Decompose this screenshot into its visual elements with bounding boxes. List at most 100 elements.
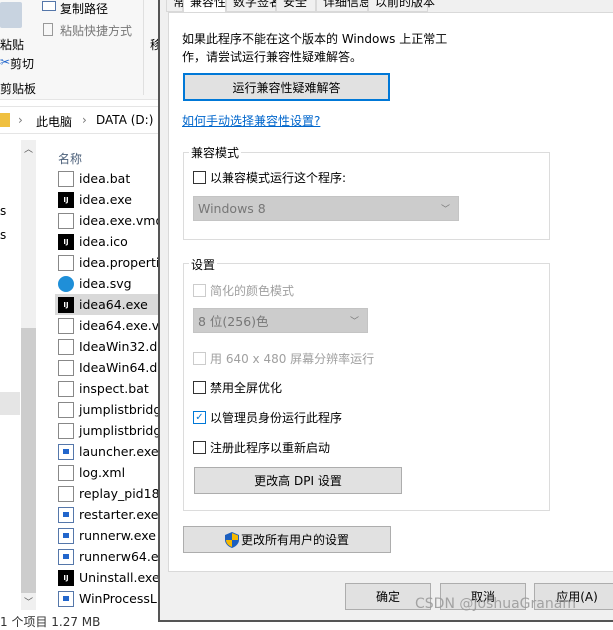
register-restart-checkbox[interactable]: 注册此程序以重新启动 bbox=[193, 439, 330, 456]
checkbox-label: 禁用全屏优化 bbox=[210, 381, 283, 395]
breadcrumb-chevron-icon: › bbox=[82, 113, 87, 127]
file-icon bbox=[58, 212, 74, 229]
scrollbar-thumb[interactable] bbox=[21, 328, 36, 593]
column-header-name[interactable]: 名称 bbox=[58, 150, 82, 167]
settings-title: 设置 bbox=[189, 256, 218, 273]
navigation-pane: s s bbox=[0, 140, 20, 610]
file-row[interactable]: IJ Uninstall.exe bbox=[55, 567, 158, 588]
ribbon-divider bbox=[143, 0, 144, 95]
checkbox-box[interactable] bbox=[193, 441, 206, 454]
checkbox-box[interactable] bbox=[193, 381, 206, 394]
compat-mode-title: 兼容模式 bbox=[189, 144, 242, 161]
change-all-users-button[interactable]: 更改所有用户的设置 bbox=[183, 526, 391, 553]
file-row[interactable]: IdeaWin32.dll bbox=[55, 336, 158, 357]
file-row[interactable]: WinProcessList bbox=[55, 588, 158, 609]
tab-security[interactable]: 安全 bbox=[276, 0, 316, 12]
folder-icon bbox=[0, 113, 10, 127]
file-name: idea.bat bbox=[79, 171, 131, 186]
app-icon bbox=[58, 443, 74, 460]
dll-icon bbox=[58, 401, 74, 418]
file-row[interactable]: idea64.exe.vmoptions bbox=[55, 315, 158, 336]
file-row[interactable]: IJ idea64.exe bbox=[55, 294, 158, 315]
file-name: idea64.exe bbox=[79, 297, 148, 312]
checkmark-icon[interactable]: ✓ bbox=[193, 411, 206, 424]
checkbox-box[interactable] bbox=[193, 284, 206, 297]
nav-item-selected[interactable] bbox=[0, 392, 20, 415]
file-name: idea.svg bbox=[79, 276, 132, 291]
file-name: restarter.exe bbox=[79, 507, 158, 522]
intellij-icon: IJ bbox=[58, 191, 74, 208]
scroll-up-icon[interactable]: ︿ bbox=[24, 142, 33, 155]
uac-shield-icon bbox=[224, 531, 239, 548]
reduced-color-checkbox[interactable]: 简化的颜色模式 bbox=[193, 282, 294, 299]
tab-general[interactable]: 常规 bbox=[166, 0, 197, 12]
file-name: IdeaWin32.dll bbox=[79, 339, 158, 354]
nav-item[interactable]: s bbox=[0, 228, 6, 242]
file-row[interactable]: runnerw64.exe bbox=[55, 546, 158, 567]
file-row[interactable]: idea.bat bbox=[55, 168, 158, 189]
file-row[interactable]: idea.exe.vmoptions bbox=[55, 210, 158, 231]
file-row[interactable]: launcher.exe bbox=[55, 441, 158, 462]
file-row[interactable]: restarter.exe bbox=[55, 504, 158, 525]
nav-item[interactable]: s bbox=[0, 204, 6, 218]
checkbox-box[interactable] bbox=[193, 352, 206, 365]
run-troubleshooter-button[interactable]: 运行兼容性疑难解答 bbox=[183, 73, 390, 101]
file-row[interactable]: replay_pid181 bbox=[55, 483, 158, 504]
file-row[interactable]: IJ idea.exe bbox=[55, 189, 158, 210]
explorer-ribbon: 粘贴 复制路径 粘贴快捷方式 ✂ 剪切 剪贴板 移 bbox=[0, 0, 162, 100]
cut-button[interactable]: 剪切 bbox=[10, 55, 34, 72]
file-name: WinProcessList bbox=[79, 591, 158, 606]
file-name: launcher.exe bbox=[79, 444, 158, 459]
tab-digital-signatures[interactable]: 数字签名 bbox=[226, 0, 281, 12]
breadcrumb-chevron-icon: › bbox=[18, 113, 23, 127]
file-row[interactable]: idea.svg bbox=[55, 273, 158, 294]
file-name: idea.exe bbox=[79, 192, 132, 207]
disable-fullscreen-checkbox[interactable]: 禁用全屏优化 bbox=[193, 379, 282, 396]
app-icon bbox=[58, 590, 74, 607]
file-name: runnerw.exe bbox=[79, 528, 156, 543]
file-row[interactable]: jumplistbridge64.dll bbox=[55, 420, 158, 441]
checkbox-label: 以管理员身份运行此程序 bbox=[210, 411, 343, 425]
scissors-icon: ✂ bbox=[0, 55, 11, 69]
chevron-down-icon: ﹀ bbox=[349, 317, 359, 327]
change-dpi-button[interactable]: 更改高 DPI 设置 bbox=[194, 467, 402, 494]
text-file-icon bbox=[58, 485, 74, 502]
dll-icon bbox=[58, 359, 74, 376]
manual-settings-link[interactable]: 如何手动选择兼容性设置? bbox=[182, 112, 320, 129]
run-as-admin-checkbox[interactable]: ✓ 以管理员身份运行此程序 bbox=[193, 409, 342, 426]
file-row[interactable]: IJ idea.ico bbox=[55, 231, 158, 252]
dll-icon bbox=[58, 338, 74, 355]
batch-file-icon bbox=[58, 380, 74, 397]
copy-path-button[interactable]: 复制路径 bbox=[60, 0, 108, 17]
edge-icon bbox=[58, 275, 74, 292]
scroll-down-icon[interactable]: ﹀ bbox=[24, 595, 33, 608]
file-row[interactable]: IdeaWin64.dll bbox=[55, 357, 158, 378]
file-name: IdeaWin64.dll bbox=[79, 360, 158, 375]
app-icon bbox=[58, 548, 74, 565]
file-row[interactable]: idea.properties bbox=[55, 252, 158, 273]
compat-mode-checkbox[interactable]: 以兼容模式运行这个程序: bbox=[193, 169, 346, 186]
file-row[interactable]: inspect.bat bbox=[55, 378, 158, 399]
select-value: 8 位(256)色 bbox=[198, 314, 269, 329]
watermark: CSDN @JoshuaGranam bbox=[415, 596, 576, 612]
tab-details[interactable]: 详细信息 bbox=[316, 0, 371, 12]
intellij-icon: IJ bbox=[58, 233, 74, 250]
tab-previous-versions[interactable]: 以前的版本 bbox=[368, 0, 435, 12]
checkbox-label: 用 640 x 480 屏幕分辨率运行 bbox=[210, 352, 375, 366]
file-row[interactable]: log.xml bbox=[55, 462, 158, 483]
resolution-640-checkbox[interactable]: 用 640 x 480 屏幕分辨率运行 bbox=[193, 350, 374, 367]
paste-shortcut-button[interactable]: 粘贴快捷方式 bbox=[60, 22, 132, 39]
breadcrumb-this-pc[interactable]: 此电脑 bbox=[36, 113, 72, 130]
address-bar[interactable]: › 此电脑 › DATA (D:) bbox=[0, 106, 158, 134]
compat-os-select[interactable]: Windows 8 ﹀ bbox=[193, 196, 459, 221]
breadcrumb-data-drive[interactable]: DATA (D:) bbox=[96, 113, 153, 127]
file-row[interactable]: jumplistbridge.dll bbox=[55, 399, 158, 420]
checkbox-box[interactable] bbox=[193, 171, 206, 184]
paste-icon bbox=[0, 2, 22, 28]
file-name: replay_pid181 bbox=[79, 486, 158, 501]
color-depth-select[interactable]: 8 位(256)色 ﹀ bbox=[193, 308, 368, 333]
file-row[interactable]: runnerw.exe bbox=[55, 525, 158, 546]
checkbox-label: 以兼容模式运行这个程序: bbox=[210, 171, 347, 185]
file-name: log.xml bbox=[79, 465, 126, 480]
paste-button[interactable]: 粘贴 bbox=[0, 36, 24, 53]
